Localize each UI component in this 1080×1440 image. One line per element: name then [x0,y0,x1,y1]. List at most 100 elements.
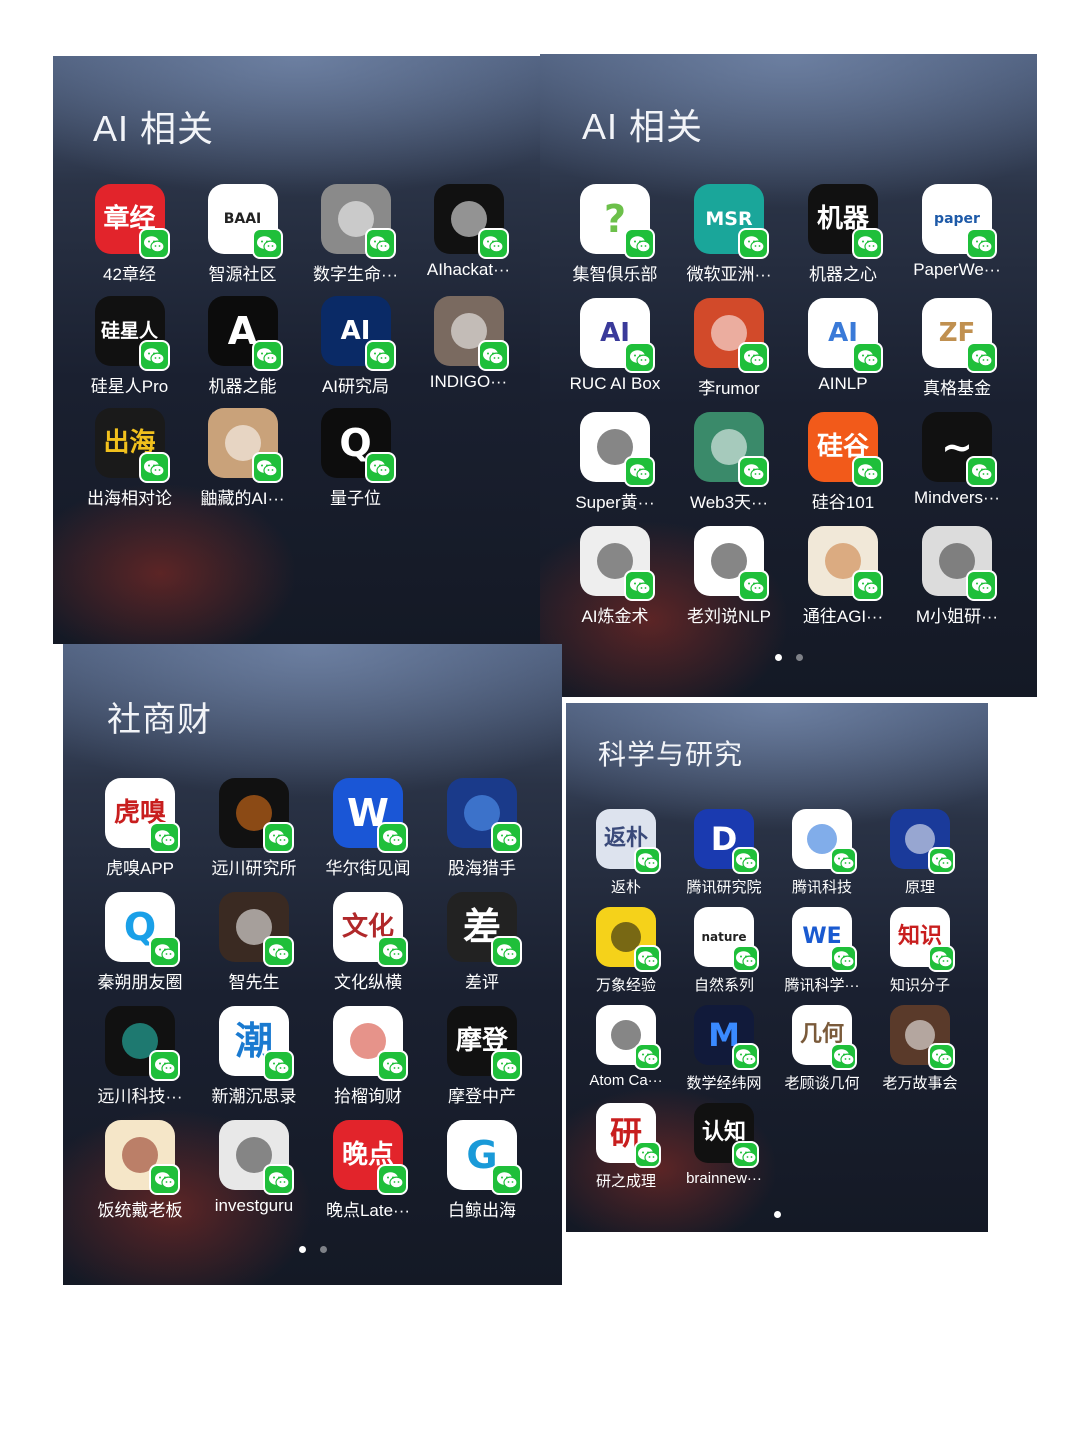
app-label: 机器之心 [809,265,877,284]
wechat-badge-icon [263,1050,294,1081]
app-shortcut[interactable]: 潮新潮沉思录 [197,1006,311,1120]
app-label: 数字生命··· [313,265,398,284]
app-shortcut[interactable]: 通往AGI··· [786,526,900,640]
page-dot[interactable] [795,654,803,661]
app-label: 量子位 [330,489,381,508]
app-label: AIhackat··· [426,260,511,279]
wechat-badge-icon [738,570,769,601]
wechat-badge-icon [377,936,408,967]
app-shortcut[interactable]: Q 量子位 [299,408,412,520]
app-label: 通往AGI··· [802,607,884,626]
app-label: 腾讯科技 [791,879,852,896]
app-shortcut[interactable]: 差差评 [425,892,539,1006]
app-shortcut[interactable]: ? 集智俱乐部 [558,184,672,298]
app-shortcut[interactable]: G 白鲸出海 [425,1120,539,1234]
app-shortcut[interactable]: 原理 [871,809,969,907]
wechat-badge-icon [491,1164,522,1195]
app-shortcut[interactable]: 万象经验 [577,907,675,1005]
app-label: 鼬藏的AI··· [200,489,285,508]
page-dot[interactable] [298,1246,306,1253]
app-shortcut[interactable]: 老万故事会 [871,1005,969,1103]
app-shortcut[interactable]: AI AINLP [786,298,900,412]
page-dot[interactable] [774,654,782,661]
app-shortcut[interactable]: 晚点 晚点Late··· [311,1120,425,1234]
app-shortcut[interactable]: 摩登 摩登中产 [425,1006,539,1120]
app-shortcut[interactable]: investguru [197,1120,311,1234]
app-label: Super黄··· [575,493,655,512]
app-shortcut[interactable]: W 华尔街见闻 [311,778,425,892]
app-shortcut[interactable]: 腾讯科技 [773,809,871,907]
app-shortcut[interactable]: 鼬藏的AI··· [186,408,299,520]
app-shortcut[interactable]: A 机器之能 [186,296,299,408]
app-shortcut[interactable]: Super黄··· [558,412,672,526]
app-shortcut[interactable]: 章经 42章经 [73,184,186,296]
app-shortcut[interactable]: 拾榴询财 [311,1006,425,1120]
app-shortcut[interactable]: AIhackat··· [412,184,525,296]
app-shortcut[interactable]: 出海 出海相对论 [73,408,186,520]
app-shortcut[interactable]: WE 腾讯科学··· [773,907,871,1005]
app-shortcut[interactable]: 智先生 [197,892,311,1006]
app-shortcut[interactable]: 远川科技··· [83,1006,197,1120]
app-shortcut[interactable]: AI AI研究局 [299,296,412,408]
wechat-badge-icon [624,342,655,373]
app-shortcut[interactable]: 硅谷 硅谷101 [786,412,900,526]
app-shortcut[interactable]: AI RUC AI Box [558,298,672,412]
app-label: 数学经纬网 [686,1075,762,1092]
app-shortcut[interactable]: 机器 机器之心 [786,184,900,298]
wechat-badge-icon [966,456,997,487]
app-shortcut[interactable]: 数字生命··· [299,184,412,296]
wechat-badge-icon [732,1043,759,1070]
app-shortcut[interactable]: Web3天··· [672,412,786,526]
app-label: 研之成理 [595,1173,656,1190]
app-shortcut[interactable]: M小姐研··· [900,526,1014,640]
app-shortcut[interactable]: 老刘说NLP [672,526,786,640]
page-indicator[interactable] [773,1211,781,1218]
app-shortcut[interactable]: ~ Mindvers··· [900,412,1014,526]
app-shortcut[interactable]: 虎嗅 虎嗅APP [83,778,197,892]
app-shortcut[interactable]: MSR 微软亚洲··· [672,184,786,298]
app-shortcut[interactable]: nature 自然系列 [675,907,773,1005]
app-grid: 返朴 返朴 D 腾讯研究院腾讯科技 原理万象经验 nature 自然系列 WE 腾讯科学··· 知… [577,809,969,1201]
wechat-badge-icon [377,1050,408,1081]
app-shortcut[interactable]: D 腾讯研究院 [675,809,773,907]
page-indicator[interactable] [298,1246,327,1253]
app-label: M小姐研··· [915,607,999,626]
app-label: 自然系列 [693,977,754,994]
app-shortcut[interactable]: 几何 老顾谈几何 [773,1005,871,1103]
wechat-badge-icon [138,452,170,483]
page-dot[interactable] [319,1246,327,1253]
app-shortcut[interactable]: ZF 真格基金 [900,298,1014,412]
page-indicator[interactable] [774,654,803,661]
wechat-badge-icon [149,1050,180,1081]
app-shortcut[interactable]: 认知 brainnew··· [675,1103,773,1201]
app-shortcut[interactable]: Q 秦朔朋友圈 [83,892,197,1006]
app-shortcut[interactable]: Atom Ca··· [577,1005,675,1103]
wechat-badge-icon [377,822,408,853]
app-shortcut[interactable]: 知识 知识分子 [871,907,969,1005]
wechat-badge-icon [364,340,396,371]
app-shortcut[interactable]: 股海猎手 [425,778,539,892]
page-dot[interactable] [773,1211,781,1218]
app-label: 摩登中产 [448,1087,516,1106]
app-shortcut[interactable]: AI炼金术 [558,526,672,640]
app-shortcut[interactable]: 李rumor [672,298,786,412]
app-shortcut[interactable]: 远川研究所 [197,778,311,892]
app-label: PaperWe··· [913,260,1001,279]
app-label: 返朴 [610,879,641,896]
app-shortcut[interactable]: 返朴 返朴 [577,809,675,907]
wechat-badge-icon [624,228,655,259]
app-label: 新潮沉思录 [211,1087,297,1106]
wechat-badge-icon [149,936,180,967]
app-label: INDIGO··· [429,372,508,391]
app-shortcut[interactable]: 硅星人 硅星人Pro [73,296,186,408]
app-grid: ? 集智俱乐部 MSR 微软亚洲··· 机器 机器之心 paper PaperWe··· AI R… [558,184,1014,640]
app-label: 股海猎手 [448,859,516,878]
app-shortcut[interactable]: paper PaperWe··· [900,184,1014,298]
app-shortcut[interactable]: 研研之成理 [577,1103,675,1201]
app-shortcut[interactable]: BAAI 智源社区 [186,184,299,296]
app-shortcut[interactable]: 文化 文化纵横 [311,892,425,1006]
app-shortcut[interactable]: INDIGO··· [412,296,525,408]
app-shortcut[interactable]: M 数学经纬网 [675,1005,773,1103]
folder-title: 科学与研究 [598,739,744,770]
app-shortcut[interactable]: 饭统戴老板 [83,1120,197,1234]
